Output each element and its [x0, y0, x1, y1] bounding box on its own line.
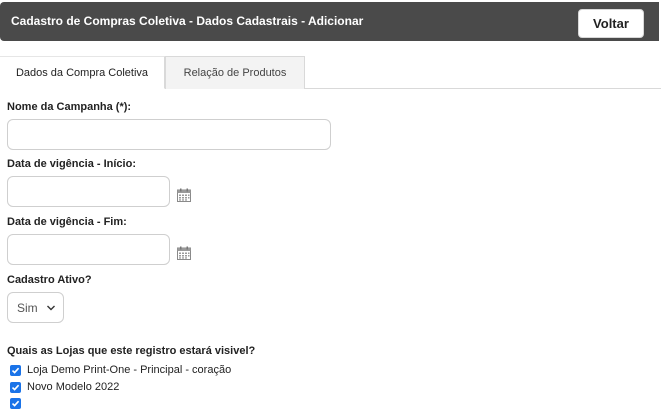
store-option-label: Loja Demo Print-One - Principal - coraçã…: [27, 364, 232, 376]
store-checkbox[interactable]: [10, 381, 21, 393]
tab-bar: Dados da Compra Coletiva Relação de Prod…: [0, 56, 661, 89]
store-option[interactable]: Novo Modelo 2022: [10, 381, 119, 393]
start-date-label: Data de vigência - Início:: [7, 158, 136, 170]
checkmark-icon: [11, 400, 20, 407]
active-label: Cadastro Ativo?: [7, 274, 92, 286]
store-checkbox[interactable]: [10, 398, 21, 409]
calendar-icon[interactable]: [177, 246, 191, 260]
calendar-icon[interactable]: [177, 188, 191, 202]
store-option[interactable]: Loja Demo Print-One - Principal - coraçã…: [10, 364, 231, 376]
campaign-name-label: Nome da Campanha (*):: [7, 101, 132, 113]
tab-dados-compra-coletiva[interactable]: Dados da Compra Coletiva: [0, 56, 165, 89]
end-date-label: Data de vigência - Fim:: [7, 216, 127, 228]
store-option-label: Novo Modelo 2022: [27, 381, 120, 393]
back-button[interactable]: Voltar: [578, 9, 644, 38]
store-option[interactable]: [10, 398, 27, 409]
chevron-down-icon: [47, 305, 55, 311]
store-checkbox[interactable]: [10, 364, 21, 376]
start-date-input[interactable]: [7, 176, 170, 207]
stores-label: Quais as Lojas que este registro estará …: [7, 345, 256, 357]
active-select[interactable]: Sim: [7, 292, 64, 323]
page-title: Cadastro de Compras Coletiva - Dados Cad…: [11, 14, 364, 28]
active-select-value: Sim: [17, 300, 38, 315]
campaign-name-input[interactable]: [7, 119, 331, 150]
end-date-input[interactable]: [7, 234, 170, 265]
checkmark-icon: [11, 367, 20, 374]
checkmark-icon: [11, 384, 20, 391]
page-header: Cadastro de Compras Coletiva - Dados Cad…: [0, 2, 659, 41]
tab-relacao-produtos[interactable]: Relação de Produtos: [165, 56, 305, 89]
